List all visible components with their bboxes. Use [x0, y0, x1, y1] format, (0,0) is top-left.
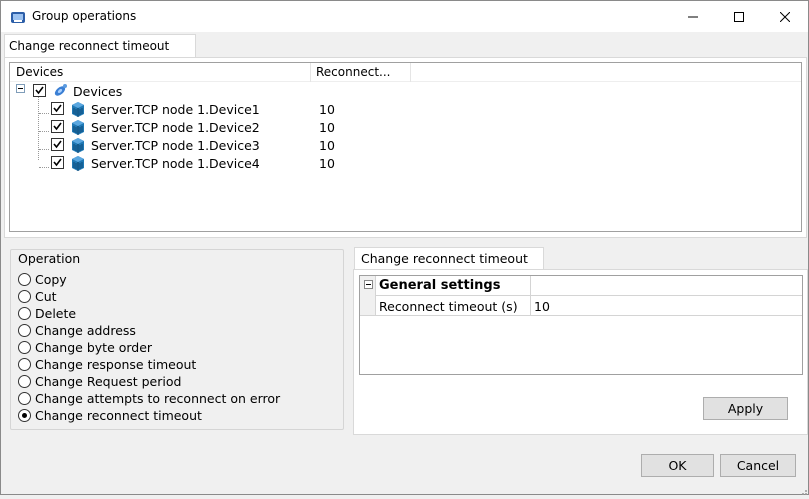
tree-root-label: Devices [73, 84, 123, 99]
radio-change-response-timeout[interactable] [18, 358, 31, 371]
root-checkbox[interactable] [33, 84, 46, 97]
device-label: Server.TCP node 1.Device3 [91, 138, 260, 153]
reconnect-value: 10 [319, 102, 335, 117]
grid-margin [360, 296, 376, 315]
devices-panel: Devices Reconnect... Devices Server.TCP … [4, 57, 807, 238]
radio-change-request-period[interactable] [18, 375, 31, 388]
radio-label[interactable]: Change attempts to reconnect on error [35, 391, 280, 406]
column-separator[interactable] [410, 63, 411, 82]
close-icon [780, 11, 790, 22]
radio-cut[interactable] [18, 290, 31, 303]
reconnect-value: 10 [319, 156, 335, 171]
column-separator[interactable] [310, 63, 311, 82]
property-row[interactable]: Reconnect timeout (s) 10 [360, 296, 802, 316]
app-icon [10, 9, 26, 25]
tree-device-row[interactable]: Server.TCP node 1.Device2 10 [10, 118, 801, 136]
device-icon [69, 154, 87, 175]
radio-change-address[interactable] [18, 324, 31, 337]
device-checkbox[interactable] [51, 120, 64, 133]
maximize-button[interactable] [716, 1, 762, 32]
radio-copy[interactable] [18, 273, 31, 286]
device-checkbox[interactable] [51, 102, 64, 115]
radio-label[interactable]: Change Request period [35, 374, 181, 389]
device-checkbox[interactable] [51, 156, 64, 169]
property-category[interactable]: General settings [360, 276, 802, 316]
radio-change-byte-order[interactable] [18, 341, 31, 354]
tree-header: Devices Reconnect... [10, 63, 801, 82]
column-reconnect[interactable]: Reconnect... [316, 65, 390, 79]
radio-label[interactable]: Cut [35, 289, 57, 304]
window-title: Group operations [32, 9, 137, 23]
radio-label[interactable]: Change response timeout [35, 357, 196, 372]
device-checkbox[interactable] [51, 138, 64, 151]
minimize-button[interactable] [670, 1, 716, 32]
property-value[interactable]: 10 [534, 299, 550, 314]
group-operations-window: Group operations Change reconnect timeou… [0, 0, 809, 495]
device-label: Server.TCP node 1.Device4 [91, 156, 260, 171]
radio-delete[interactable] [18, 307, 31, 320]
radio-change-reconnect-timeout[interactable] [18, 409, 31, 422]
apply-button[interactable]: Apply [703, 397, 788, 420]
grid-column-separator[interactable] [530, 276, 531, 316]
tree-root-row[interactable]: Devices [10, 82, 410, 100]
radio-label[interactable]: Change reconnect timeout [35, 408, 202, 423]
splitter[interactable] [1, 239, 808, 243]
device-label: Server.TCP node 1.Device2 [91, 120, 260, 135]
close-button[interactable] [762, 1, 808, 32]
tab-change-reconnect-timeout[interactable]: Change reconnect timeout [354, 247, 544, 271]
resize-grip-icon[interactable] [798, 485, 808, 495]
radio-label[interactable]: Change byte order [35, 340, 152, 355]
property-name: Reconnect timeout (s) [379, 299, 518, 314]
tab-change-reconnect-timeout-top[interactable]: Change reconnect timeout [4, 34, 196, 58]
device-tree[interactable]: Devices Reconnect... Devices Server.TCP … [9, 62, 802, 232]
property-grid[interactable]: General settings Reconnect timeout (s) 1… [359, 275, 803, 375]
category-label: General settings [379, 278, 501, 293]
radio-label[interactable]: Delete [35, 306, 76, 321]
column-devices[interactable]: Devices [16, 65, 63, 79]
maximize-icon [734, 11, 744, 22]
radio-label[interactable]: Copy [35, 272, 67, 287]
minimize-icon [688, 16, 698, 17]
ok-button[interactable]: OK [641, 454, 714, 477]
tree-device-row[interactable]: Server.TCP node 1.Device1 10 [10, 100, 801, 118]
reconnect-value: 10 [319, 138, 335, 153]
settings-panel: General settings Reconnect timeout (s) 1… [353, 269, 808, 435]
cancel-button[interactable]: Cancel [720, 454, 796, 477]
reconnect-value: 10 [319, 120, 335, 135]
operation-title: Operation [18, 251, 81, 266]
collapse-toggle[interactable] [364, 280, 373, 289]
tree-device-row[interactable]: Server.TCP node 1.Device3 10 [10, 136, 801, 154]
title-bar[interactable]: Group operations [1, 1, 808, 32]
radio-change-attempts[interactable] [18, 392, 31, 405]
tree-device-row[interactable]: Server.TCP node 1.Device4 10 [10, 154, 801, 172]
radio-label[interactable]: Change address [35, 323, 136, 338]
device-label: Server.TCP node 1.Device1 [91, 102, 260, 117]
